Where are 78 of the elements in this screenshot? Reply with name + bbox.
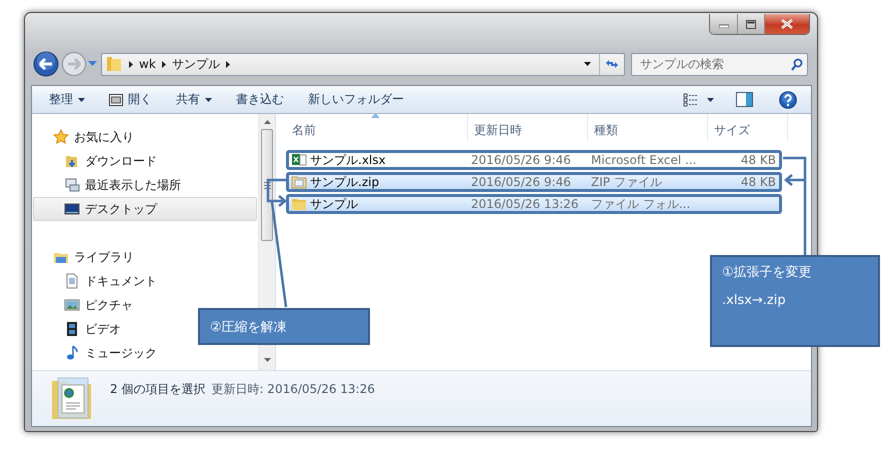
arrow-right-icon [61, 51, 87, 77]
minimize-button[interactable] [710, 14, 737, 34]
nav-item[interactable]: ドキュメント [33, 269, 257, 293]
caret-icon [88, 61, 97, 67]
file-row[interactable]: サンプル.xlsx 2016/05/26 9:46 Microsoft Excel ... 48 KB [286, 150, 782, 170]
modified-date: 2016/05/26 9:46 [471, 175, 572, 189]
column-header[interactable]: 種類 [588, 114, 708, 141]
help-icon [779, 90, 797, 108]
caret-icon [205, 98, 212, 102]
chevron-icon [129, 60, 133, 68]
caret-icon [707, 98, 714, 102]
search-icon [791, 58, 803, 70]
file-type: Microsoft Excel ... [591, 153, 698, 167]
selection-count: 2 個の項目を選択 [110, 381, 206, 398]
file-type: ファイル フォル... [591, 196, 692, 212]
modified-date: 2016/05/26 13:26 [471, 197, 580, 211]
modified-date: 更新日時: 2016/05/26 13:26 [211, 381, 375, 398]
scroll-thumb[interactable] [261, 129, 273, 241]
nav-item[interactable]: ライブラリ [33, 245, 257, 269]
toolbar-button[interactable]: 共有 [169, 88, 219, 112]
scroll-up-icon [264, 120, 270, 124]
breadcrumb[interactable]: wk [133, 57, 162, 71]
nav-item[interactable]: ダウンロード [33, 149, 257, 173]
toolbar-button[interactable]: 書き込む [229, 88, 291, 112]
column-header[interactable]: 更新日時 [468, 114, 588, 141]
file-name: サンプル [310, 196, 358, 212]
folder-icon [64, 153, 80, 169]
chevron-icon [162, 60, 166, 68]
file-row[interactable]: サンプル 2016/05/26 13:26 ファイル フォル... [286, 194, 782, 214]
spreadsheet-icon [291, 152, 307, 168]
file-size: 48 KB [740, 175, 776, 189]
caret-icon [78, 98, 85, 102]
folder-icon [291, 196, 307, 212]
window-icon [109, 94, 123, 106]
callout-text: ①拡張子を変更 [722, 264, 813, 281]
image-icon [64, 297, 80, 313]
toolbar-button[interactable]: 開く [102, 88, 159, 112]
search-field[interactable]: サンプルの検索 [631, 52, 808, 76]
nav-item[interactable]: お気に入り [33, 125, 257, 149]
close-button[interactable] [764, 14, 809, 34]
file-name: サンプル.xlsx [310, 152, 386, 168]
arrow-left-icon [33, 51, 59, 77]
grip-icon [264, 182, 270, 188]
callout-text: ②圧縮を解凍 [210, 318, 288, 336]
nav-item[interactable]: 最近表示した場所 [33, 173, 257, 197]
file-size: 48 KB [740, 153, 776, 167]
music-note-icon [64, 345, 80, 361]
refresh-icon [605, 58, 619, 70]
file-row[interactable]: サンプル.zip 2016/05/26 9:46 ZIP ファイル 48 KB [286, 172, 782, 192]
callout-text: .xlsx→.zip [722, 293, 787, 308]
star-icon [53, 129, 69, 145]
breadcrumb[interactable]: サンプル [166, 56, 226, 72]
computer-icon [64, 177, 80, 193]
modified-date: 2016/05/26 9:46 [471, 153, 572, 167]
file-type: ZIP ファイル [591, 174, 663, 190]
scroll-down-icon [264, 358, 270, 362]
pane-icon [736, 92, 753, 107]
toolbar-button[interactable]: 整理 [42, 88, 92, 112]
file-name: サンプル.zip [310, 174, 380, 190]
folder-icon [105, 55, 123, 73]
arrow [784, 174, 805, 186]
arrow [266, 178, 287, 207]
column-header[interactable]: 名前 [286, 114, 468, 141]
maximize-button[interactable] [737, 14, 764, 34]
nav-item[interactable]: ミュージック [33, 341, 257, 365]
monitor-icon [64, 201, 80, 217]
column-header[interactable]: サイズ [708, 114, 788, 141]
zip-folder-icon [291, 174, 307, 190]
toolbar-button[interactable]: 新しいフォルダー [301, 88, 411, 112]
nav-item[interactable]: デスクトップ [33, 197, 257, 221]
back-button[interactable] [33, 51, 59, 77]
caret-icon [584, 62, 591, 66]
close-icon [781, 19, 793, 29]
film-icon [64, 321, 80, 337]
chevron-icon [226, 60, 230, 68]
maximize-icon [746, 20, 756, 28]
list-view-icon [683, 92, 698, 106]
document-icon [64, 273, 80, 289]
